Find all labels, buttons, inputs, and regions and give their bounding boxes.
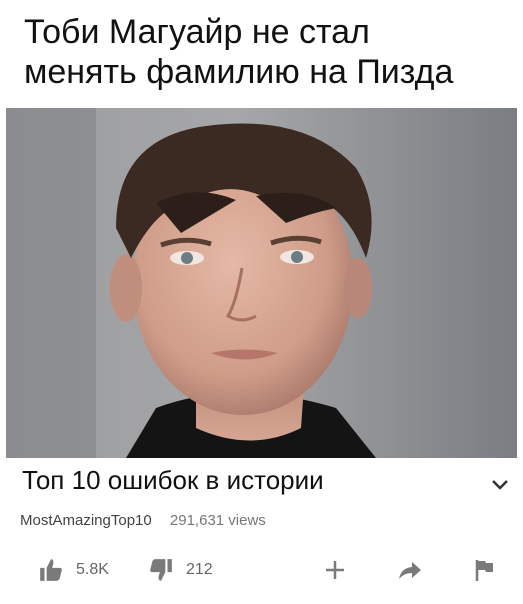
video-meta: MostAmazingTop10 291,631 views bbox=[20, 512, 266, 529]
plus-icon bbox=[326, 561, 344, 579]
thumbs-down-icon bbox=[150, 559, 172, 581]
share-icon bbox=[399, 562, 421, 579]
report-button[interactable] bbox=[474, 548, 494, 592]
action-bar: 5.8K 212 bbox=[0, 548, 523, 592]
video-title[interactable]: Топ 10 ошибок в истории bbox=[22, 462, 324, 498]
flag-icon bbox=[475, 560, 493, 581]
portrait-image bbox=[6, 108, 517, 458]
meme-caption: Тоби Магуайр не стал менять фамилию на П… bbox=[24, 12, 504, 92]
like-button[interactable]: 5.8K bbox=[38, 548, 109, 592]
caption-line-2: менять фамилию на Пизда bbox=[24, 53, 454, 91]
dislike-button[interactable]: 212 bbox=[148, 548, 213, 592]
video-thumbnail[interactable] bbox=[6, 108, 517, 458]
chevron-down-icon[interactable] bbox=[490, 476, 510, 492]
view-count: 291,631 views bbox=[169, 512, 266, 529]
add-to-playlist-button[interactable] bbox=[324, 548, 346, 592]
dislike-count: 212 bbox=[186, 561, 213, 578]
channel-name[interactable]: MostAmazingTop10 bbox=[20, 512, 152, 529]
thumbs-up-icon bbox=[40, 559, 62, 581]
share-button[interactable] bbox=[398, 548, 422, 592]
like-count: 5.8K bbox=[76, 561, 109, 578]
caption-line-1: Тоби Магуайр не стал bbox=[24, 13, 370, 51]
